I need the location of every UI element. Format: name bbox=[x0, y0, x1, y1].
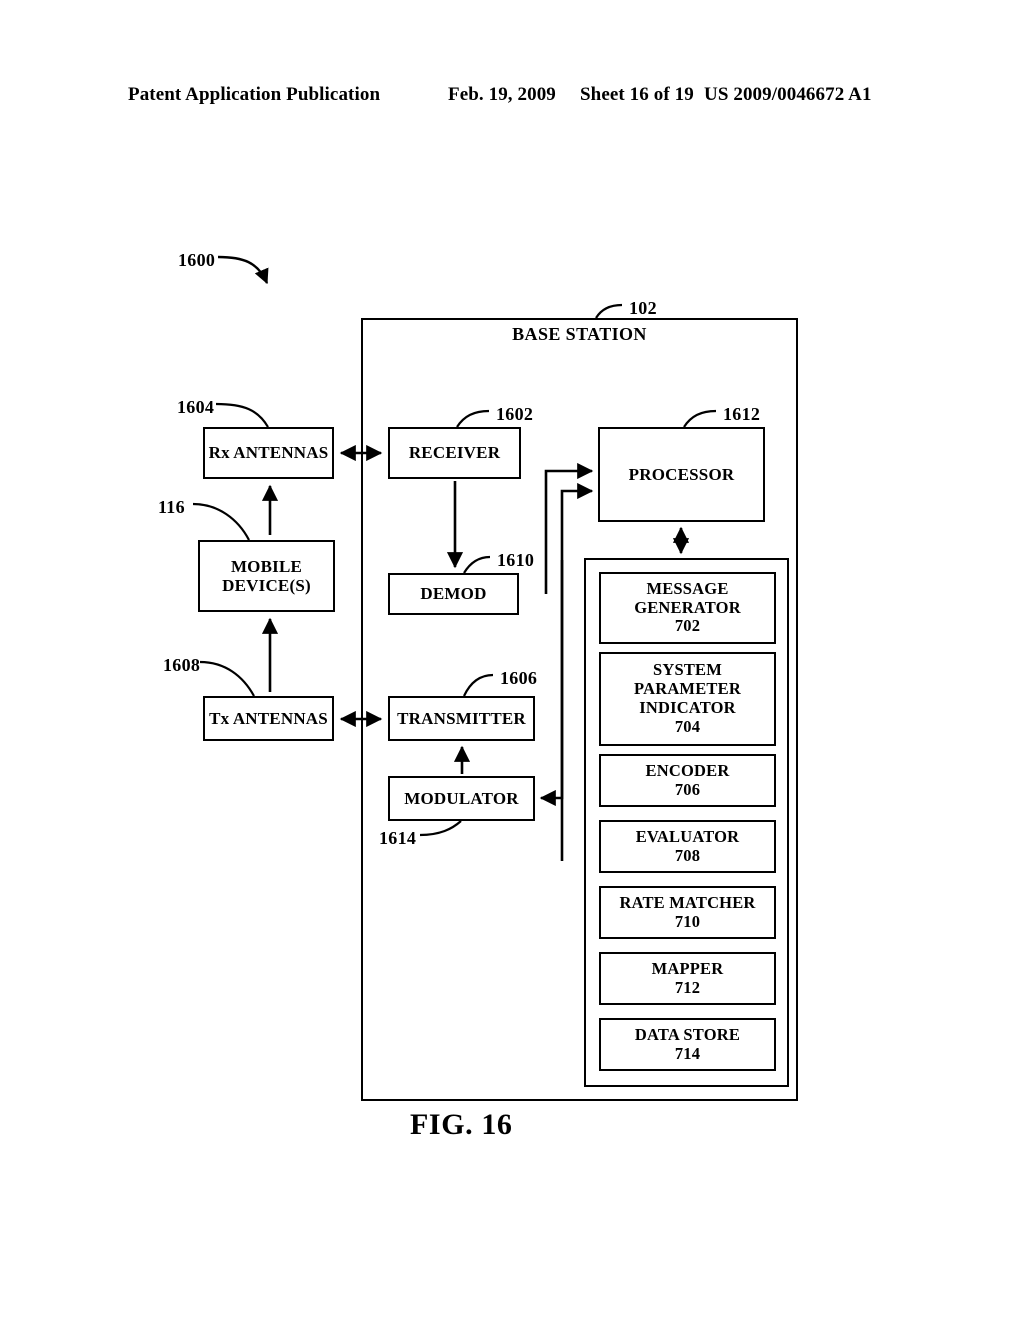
block-modulator-label: MODULATOR bbox=[404, 788, 519, 808]
component-evaluator-ref: 708 bbox=[674, 845, 701, 865]
block-rx-antennas-label: Rx ANTENNAS bbox=[208, 443, 329, 463]
component-mapper: MAPPER 712 bbox=[599, 952, 776, 1005]
leader-1608 bbox=[199, 660, 255, 697]
component-message-generator-line1: MESSAGE bbox=[646, 578, 729, 598]
block-mobile-device-label-line1: MOBILE bbox=[230, 556, 303, 576]
component-data-store: DATA STORE 714 bbox=[599, 1018, 776, 1071]
figure-caption: FIG. 16 bbox=[410, 1108, 513, 1141]
patent-figure-16: BASE STATION Rx ANTENNAS RECEIVER PROCES… bbox=[0, 0, 1024, 1320]
component-system-parameter-indicator: SYSTEM PARAMETER INDICATOR 704 bbox=[599, 652, 776, 746]
leader-1604 bbox=[215, 402, 269, 428]
block-transmitter: TRANSMITTER bbox=[388, 696, 535, 741]
component-encoder: ENCODER 706 bbox=[599, 754, 776, 807]
ref-1600: 1600 bbox=[178, 250, 216, 270]
block-processor-label: PROCESSOR bbox=[628, 464, 735, 484]
component-evaluator-line1: EVALUATOR bbox=[635, 826, 740, 846]
block-processor: PROCESSOR bbox=[598, 427, 765, 522]
block-modulator: MODULATOR bbox=[388, 776, 535, 821]
component-system-parameter-indicator-line3: INDICATOR bbox=[639, 698, 736, 717]
ref-1610: 1610 bbox=[497, 550, 535, 570]
component-system-parameter-indicator-ref: 704 bbox=[674, 716, 701, 736]
component-evaluator: EVALUATOR 708 bbox=[599, 820, 776, 873]
base-station-title: BASE STATION bbox=[512, 324, 647, 344]
component-encoder-ref: 706 bbox=[674, 779, 701, 799]
ref-1602: 1602 bbox=[496, 404, 534, 424]
ref-1612: 1612 bbox=[723, 404, 761, 424]
block-rx-antennas: Rx ANTENNAS bbox=[203, 427, 334, 479]
ref-1604: 1604 bbox=[177, 397, 215, 417]
block-demod: DEMOD bbox=[388, 573, 519, 615]
processor-components-container: MESSAGE GENERATOR 702 SYSTEM PARAMETER I… bbox=[584, 558, 789, 1087]
component-rate-matcher-line1: RATE MATCHER bbox=[619, 892, 756, 912]
block-mobile-device: MOBILE DEVICE(S) bbox=[198, 540, 335, 612]
component-encoder-line1: ENCODER bbox=[645, 760, 730, 780]
block-transmitter-label: TRANSMITTER bbox=[397, 708, 526, 728]
component-mapper-ref: 712 bbox=[674, 977, 701, 997]
component-mapper-line1: MAPPER bbox=[651, 958, 724, 978]
block-receiver-label: RECEIVER bbox=[408, 443, 501, 463]
leader-102 bbox=[595, 303, 623, 319]
ref-1614: 1614 bbox=[379, 828, 417, 848]
ref-1608: 1608 bbox=[163, 655, 201, 675]
ref-1606: 1606 bbox=[500, 668, 538, 688]
component-message-generator: MESSAGE GENERATOR 702 bbox=[599, 572, 776, 644]
component-message-generator-line2: GENERATOR bbox=[634, 597, 741, 617]
component-system-parameter-indicator-line2: PARAMETER bbox=[634, 679, 741, 699]
block-tx-antennas-label: Tx ANTENNAS bbox=[209, 708, 328, 728]
component-message-generator-ref: 702 bbox=[674, 616, 701, 636]
component-data-store-ref: 714 bbox=[674, 1043, 701, 1063]
block-demod-label: DEMOD bbox=[420, 584, 487, 604]
component-rate-matcher: RATE MATCHER 710 bbox=[599, 886, 776, 939]
component-system-parameter-indicator-line1: SYSTEM bbox=[652, 660, 723, 680]
block-mobile-device-label-line2: DEVICE(S) bbox=[222, 576, 311, 595]
leader-116 bbox=[192, 502, 250, 541]
leader-1600 bbox=[217, 255, 269, 285]
block-receiver: RECEIVER bbox=[388, 427, 521, 479]
ref-102: 102 bbox=[629, 298, 657, 318]
component-rate-matcher-ref: 710 bbox=[674, 911, 701, 931]
component-data-store-line1: DATA STORE bbox=[634, 1024, 741, 1044]
block-tx-antennas: Tx ANTENNAS bbox=[203, 696, 334, 741]
ref-116: 116 bbox=[158, 497, 185, 517]
